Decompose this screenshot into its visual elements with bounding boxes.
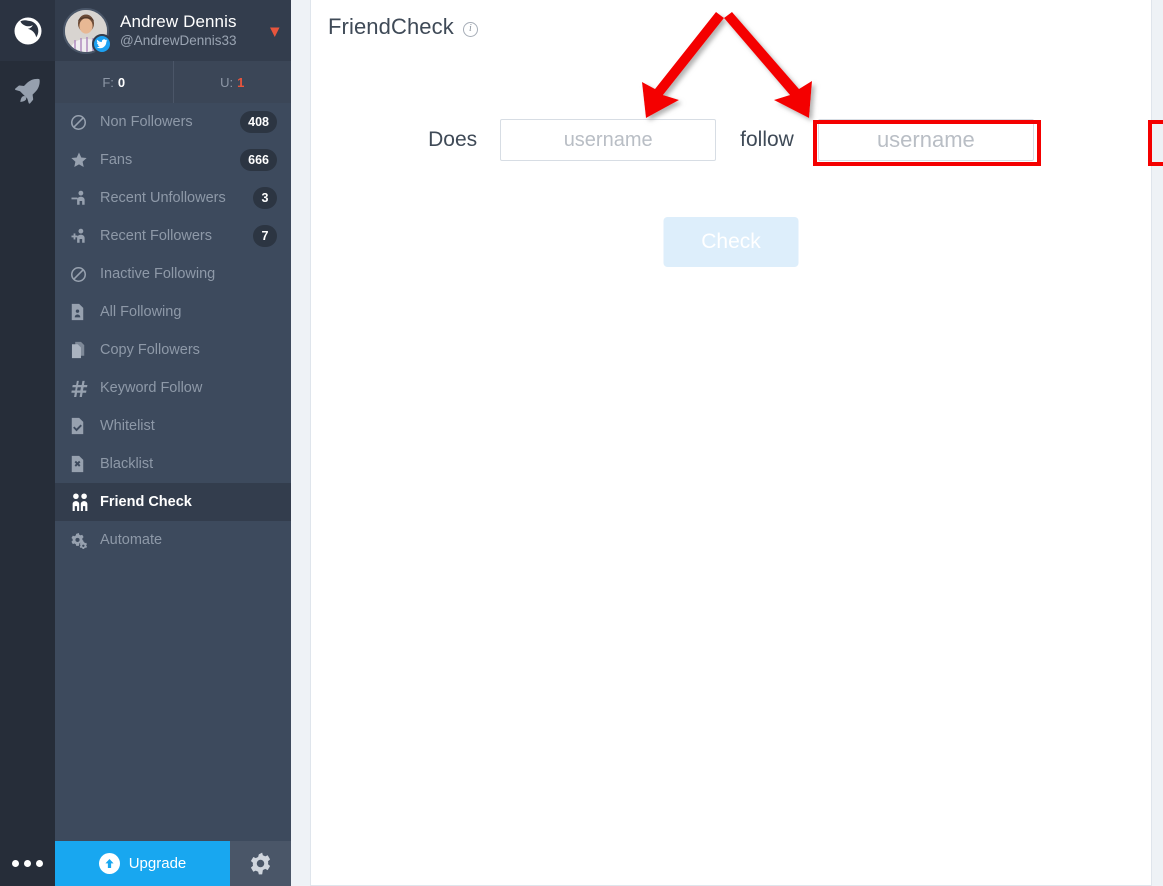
sidebar-menu: Non Followers 408 Fans 666 Recent Unfoll… xyxy=(55,103,291,841)
sidebar: Andrew Dennis @AndrewDennis33 ▾ F: 0 U: … xyxy=(55,0,291,886)
sidebar-item-label: Copy Followers xyxy=(100,342,200,358)
rocket-icon xyxy=(14,78,40,104)
sidebar-item-label: Automate xyxy=(100,532,163,548)
info-circle-icon[interactable]: i xyxy=(462,21,478,37)
page-title: FriendCheck xyxy=(328,14,454,39)
profile-header[interactable]: Andrew Dennis @AndrewDennis33 ▾ xyxy=(55,0,291,61)
twitter-badge xyxy=(92,33,112,54)
rail-rocket-button[interactable] xyxy=(0,61,55,121)
sidebar-item-keyword-follow[interactable]: Keyword Follow xyxy=(55,369,291,407)
sidebar-item-badge: 7 xyxy=(253,225,277,247)
user-minus-icon xyxy=(70,189,96,207)
upgrade-label: Upgrade xyxy=(128,855,187,872)
sidebar-item-label: Inactive Following xyxy=(100,266,216,282)
settings-button[interactable] xyxy=(230,841,291,886)
sidebar-item-all-following[interactable]: All Following xyxy=(55,293,291,331)
username-b-input[interactable] xyxy=(817,119,1034,161)
sidebar-item-badge: 408 xyxy=(240,111,277,133)
sidebar-item-label: Recent Unfollowers xyxy=(100,190,226,206)
hashtag-icon xyxy=(70,379,96,397)
check-button[interactable]: Check xyxy=(663,217,799,267)
sidebar-item-label: Keyword Follow xyxy=(100,380,203,396)
profile-handle: @AndrewDennis33 xyxy=(120,33,237,49)
sidebar-item-friend-check[interactable]: Friend Check xyxy=(55,483,291,521)
gears-icon xyxy=(70,531,96,549)
card-header: FriendCheck i xyxy=(311,0,1151,40)
gear-icon xyxy=(250,852,271,875)
sidebar-item-automate[interactable]: Automate xyxy=(55,521,291,559)
friend-check-form: Does follow xyxy=(311,119,1151,161)
stat-following[interactable]: F: 0 xyxy=(55,61,173,103)
app-root: Andrew Dennis @AndrewDennis33 ▾ F: 0 U: … xyxy=(0,0,1163,886)
sidebar-item-label: Non Followers xyxy=(100,114,193,130)
user-plus-icon xyxy=(70,227,96,245)
ban-circle-icon xyxy=(70,114,96,131)
content-card: FriendCheck i Does follow Check xyxy=(310,0,1163,886)
sidebar-item-fans[interactable]: Fans 666 xyxy=(55,141,291,179)
sidebar-item-copy-followers[interactable]: Copy Followers xyxy=(55,331,291,369)
arrow-up-circle-icon xyxy=(98,853,120,874)
profile-name: Andrew Dennis xyxy=(120,12,237,32)
app-logo[interactable] xyxy=(0,0,55,61)
document-check-icon xyxy=(70,417,96,435)
stat-following-value: 0 xyxy=(117,74,126,90)
more-dots-icon xyxy=(12,860,19,867)
sidebar-item-label: Recent Followers xyxy=(100,228,213,244)
sidebar-item-label: Blacklist xyxy=(100,456,154,472)
sidebar-item-recent-followers[interactable]: Recent Followers 7 xyxy=(55,217,291,255)
copy-documents-icon xyxy=(70,341,96,359)
sidebar-item-badge: 666 xyxy=(240,149,277,171)
main-content: FriendCheck i Does follow Check xyxy=(291,0,1163,886)
stat-unfollowers-value: 1 xyxy=(237,74,245,90)
upgrade-button[interactable]: Upgrade xyxy=(55,841,230,886)
left-rail xyxy=(0,0,55,886)
document-user-icon xyxy=(70,303,96,321)
sidebar-item-label: All Following xyxy=(100,304,182,320)
more-dots-icon xyxy=(36,860,43,867)
username-a-input[interactable] xyxy=(500,119,717,161)
sidebar-item-label: Friend Check xyxy=(100,494,192,510)
document-x-icon xyxy=(70,455,96,473)
ban-circle-icon xyxy=(70,266,96,283)
twitter-bird-icon xyxy=(96,38,108,48)
two-people-icon xyxy=(70,493,96,511)
profile-text: Andrew Dennis @AndrewDennis33 xyxy=(120,12,237,48)
sidebar-item-inactive-following[interactable]: Inactive Following xyxy=(55,255,291,293)
sidebar-footer: Upgrade xyxy=(55,841,291,886)
rail-spacer xyxy=(0,121,55,841)
sidebar-item-whitelist[interactable]: Whitelist xyxy=(55,407,291,445)
bird-logo-icon xyxy=(14,17,42,44)
label-does: Does xyxy=(428,128,478,151)
avatar-wrapper xyxy=(63,7,112,54)
sidebar-item-badge: 3 xyxy=(253,187,277,209)
label-follow: follow xyxy=(740,128,794,151)
stat-unfollowers-label: U: xyxy=(220,74,234,90)
rail-more-button[interactable] xyxy=(0,841,55,886)
star-icon xyxy=(70,151,96,169)
sidebar-item-blacklist[interactable]: Blacklist xyxy=(55,445,291,483)
stats-bar: F: 0 U: 1 xyxy=(55,61,291,103)
sidebar-item-label: Whitelist xyxy=(100,418,155,434)
more-dots-icon xyxy=(24,860,31,867)
sidebar-item-label: Fans xyxy=(100,152,133,168)
stat-unfollowers[interactable]: U: 1 xyxy=(172,61,292,103)
stat-following-label: F: xyxy=(102,74,114,90)
sidebar-item-non-followers[interactable]: Non Followers 408 xyxy=(55,103,291,141)
chevron-down-icon[interactable]: ▾ xyxy=(270,22,279,39)
sidebar-item-recent-unfollowers[interactable]: Recent Unfollowers 3 xyxy=(55,179,291,217)
